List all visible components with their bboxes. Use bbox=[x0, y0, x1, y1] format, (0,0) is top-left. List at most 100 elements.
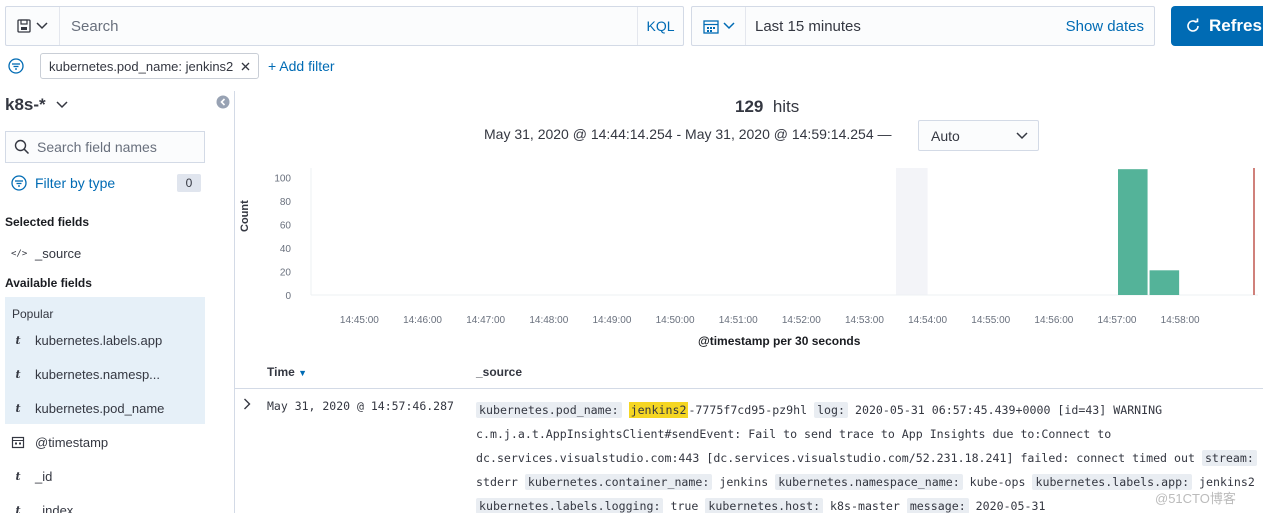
time-range-label[interactable]: Last 15 minutes bbox=[746, 7, 1066, 45]
x-tick-label: 14:53:00 bbox=[845, 315, 884, 326]
field-item-source[interactable]: </> _source bbox=[11, 246, 81, 261]
source-field-key: kubernetes.container_name: bbox=[524, 474, 713, 490]
field-name: _id bbox=[35, 469, 53, 484]
header-divider bbox=[235, 388, 1263, 389]
hits-number: 129 bbox=[735, 97, 764, 116]
y-axis-label: Count bbox=[239, 200, 251, 232]
disk-icon bbox=[17, 19, 31, 33]
field-name: @timestamp bbox=[35, 435, 109, 450]
collapse-sidebar-button[interactable] bbox=[216, 95, 230, 112]
field-item-timestamp[interactable]: @timestamp bbox=[11, 435, 108, 450]
field-item-id[interactable]: t _id bbox=[11, 469, 52, 484]
row-timestamp: May 31, 2020 @ 14:57:46.287 bbox=[267, 399, 454, 413]
watermark: @51CTO博客 bbox=[1155, 491, 1236, 506]
range-from: May 31, 2020 @ 14:44:14.254 bbox=[484, 126, 673, 142]
source-field-key: kubernetes.namespace_name: bbox=[775, 474, 963, 490]
calendar-icon bbox=[11, 436, 25, 449]
source-field-key: kubernetes.labels.logging: bbox=[476, 498, 664, 513]
y-tick-label: 60 bbox=[280, 220, 292, 231]
field-name: kubernetes.pod_name bbox=[35, 401, 165, 416]
x-tick-label: 14:50:00 bbox=[656, 315, 695, 326]
string-type-icon: t bbox=[15, 402, 21, 415]
field-name: _index bbox=[35, 503, 74, 513]
y-tick-label: 100 bbox=[274, 173, 291, 184]
x-tick-label: 14:55:00 bbox=[971, 315, 1010, 326]
source-field-key: log: bbox=[814, 402, 848, 418]
chevron-right-icon bbox=[244, 398, 251, 410]
code-icon: </> bbox=[11, 248, 28, 259]
column-header-time[interactable]: Time ▼ bbox=[267, 365, 307, 379]
chevron-down-icon bbox=[36, 22, 48, 30]
filter-count-badge: 0 bbox=[177, 174, 201, 192]
arrow-left-circle-icon bbox=[216, 95, 230, 109]
filter-icon bbox=[11, 175, 27, 191]
range-sep: - bbox=[676, 126, 682, 142]
search-input[interactable]: Search bbox=[60, 7, 637, 45]
available-fields-title: Available fields bbox=[5, 276, 92, 290]
string-type-icon: t bbox=[15, 504, 21, 513]
filter-icon bbox=[8, 58, 24, 74]
source-field-value: jenkins bbox=[712, 475, 776, 489]
popular-title: Popular bbox=[12, 307, 54, 321]
x-tick-label: 14:54:00 bbox=[908, 315, 947, 326]
show-dates-link[interactable]: Show dates bbox=[1066, 7, 1154, 45]
refresh-button[interactable]: Refresh bbox=[1171, 6, 1263, 46]
field-item-labels-app[interactable]: t kubernetes.labels.app bbox=[11, 333, 162, 348]
refresh-label: Refresh bbox=[1209, 16, 1263, 35]
filter-pill[interactable]: kubernetes.pod_name: jenkins2 bbox=[40, 53, 260, 79]
field-item-namespace[interactable]: t kubernetes.namesp... bbox=[11, 367, 160, 382]
query-bar: Search KQL bbox=[5, 6, 684, 46]
histogram-bar bbox=[1118, 169, 1148, 295]
field-search-input[interactable]: Search field names bbox=[5, 131, 205, 163]
chevron-down-icon bbox=[56, 101, 68, 109]
filter-menu-button[interactable] bbox=[8, 58, 24, 77]
kql-toggle-button[interactable]: KQL bbox=[637, 7, 683, 45]
source-field-value bbox=[622, 403, 629, 417]
source-field-key: stream: bbox=[1201, 450, 1257, 466]
field-search-placeholder: Search field names bbox=[37, 139, 157, 155]
saved-query-button[interactable] bbox=[6, 7, 60, 45]
field-item-pod-name[interactable]: t kubernetes.pod_name bbox=[11, 401, 164, 416]
source-field-value: true bbox=[663, 499, 706, 513]
field-item-index[interactable]: t _index bbox=[11, 503, 73, 513]
field-name: kubernetes.labels.app bbox=[35, 333, 163, 348]
x-axis-label: @timestamp per 30 seconds bbox=[698, 334, 861, 348]
row-source: kubernetes.pod_name: jenkins2 -7775f7cd95… bbox=[476, 398, 1263, 513]
x-tick-label: 14:47:00 bbox=[466, 315, 505, 326]
hits-count: 129 hits bbox=[735, 97, 799, 117]
interval-select[interactable]: Auto bbox=[918, 120, 1039, 151]
x-tick-label: 14:51:00 bbox=[719, 315, 758, 326]
string-type-icon: t bbox=[15, 368, 21, 381]
selected-fields-title: Selected fields bbox=[5, 215, 90, 229]
field-name: _source bbox=[35, 246, 82, 261]
field-name: kubernetes.namesp... bbox=[35, 367, 161, 382]
x-tick-label: 14:48:00 bbox=[529, 315, 568, 326]
source-field-value: kube-ops bbox=[962, 475, 1033, 489]
range-to: May 31, 2020 @ 14:59:14.254 — bbox=[685, 126, 892, 142]
close-icon[interactable] bbox=[241, 62, 250, 71]
index-pattern-selector[interactable]: k8s-* bbox=[5, 95, 68, 115]
histogram-chart[interactable]: 0 20 40 60 80 100 14:45:00 14:46:00 14:47:00 14:4… bbox=[235, 160, 1263, 330]
filter-by-type-button[interactable]: Filter by type bbox=[11, 175, 115, 191]
quick-select-button[interactable] bbox=[692, 7, 746, 45]
refresh-icon bbox=[1187, 18, 1199, 32]
x-tick-label: 14:45:00 bbox=[340, 315, 379, 326]
sort-down-icon[interactable]: ▼ bbox=[298, 368, 307, 378]
add-filter-button[interactable]: + Add filter bbox=[268, 58, 335, 74]
x-tick-label: 14:56:00 bbox=[1034, 315, 1073, 326]
x-tick-label: 14:49:00 bbox=[592, 315, 631, 326]
date-range-text: May 31, 2020 @ 14:44:14.254 - May 31, 20… bbox=[484, 126, 892, 142]
y-tick-label: 20 bbox=[280, 267, 292, 278]
filter-by-type-label: Filter by type bbox=[35, 175, 116, 191]
source-field-value: stderr bbox=[476, 475, 525, 489]
x-tick-label: 14:58:00 bbox=[1161, 315, 1200, 326]
column-time-label: Time bbox=[267, 365, 295, 379]
string-type-icon: t bbox=[15, 334, 21, 347]
calendar-icon bbox=[702, 19, 719, 34]
y-tick-label: 0 bbox=[285, 291, 291, 302]
y-tick-label: 80 bbox=[280, 197, 292, 208]
source-field-value: 2020-05-31 bbox=[968, 499, 1046, 513]
x-tick-label: 14:46:00 bbox=[403, 315, 442, 326]
expand-row-button[interactable] bbox=[243, 398, 251, 413]
source-field-value: jenkins2 bbox=[1192, 475, 1255, 489]
